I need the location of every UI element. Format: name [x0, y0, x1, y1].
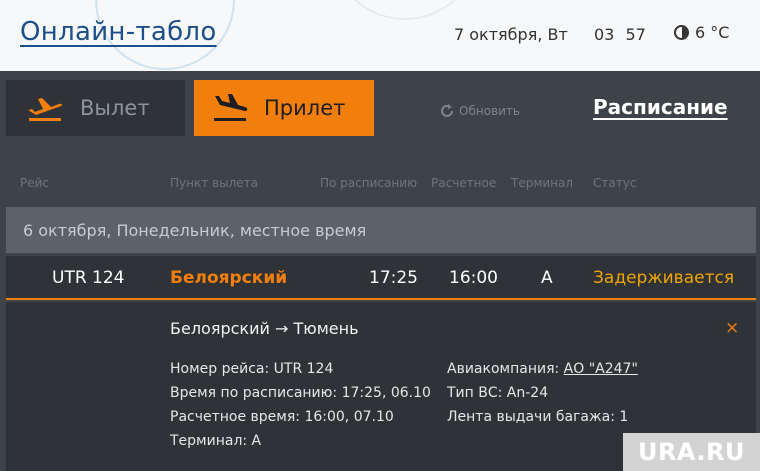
departures-tab-label: Вылет [80, 96, 150, 120]
flight-route: Белоярский → Тюмень [170, 319, 359, 338]
arrivals-tab-label: Прилет [264, 96, 346, 120]
header-bar: Онлайн-табло 7 октября, Вт 03 57 6 °C [0, 0, 760, 71]
airline-link[interactable]: АО "А247" [564, 361, 638, 377]
column-header-terminal[interactable]: Терминал [511, 176, 573, 190]
refresh-icon [441, 104, 453, 117]
refresh-button[interactable]: Обновить [439, 103, 520, 119]
close-icon[interactable]: × [725, 318, 739, 338]
detail-terminal: Терминал: A [170, 433, 262, 449]
detail-estimated-time: Расчетное время: 16:00, 07.10 [170, 409, 394, 425]
detail-airline: Авиакомпания: АО "А247" [447, 361, 638, 377]
detail-aircraft-type: Тип ВС: An-24 [447, 385, 549, 401]
column-header-scheduled[interactable]: По расписанию [320, 176, 417, 190]
flight-status: Задерживается [593, 268, 735, 288]
flight-scheduled-time: 17:25 [369, 268, 418, 288]
flight-terminal: A [541, 268, 553, 288]
temperature: 6 °C [695, 23, 730, 42]
page-title[interactable]: Онлайн-табло [20, 17, 217, 47]
column-header-flight[interactable]: Рейс [20, 176, 49, 190]
refresh-label: Обновить [459, 104, 520, 118]
flight-row[interactable]: UTR 124 Белоярский 17:25 16:00 A Задержи… [6, 256, 756, 300]
departures-tab[interactable]: Вылет [6, 80, 185, 136]
schedule-link[interactable]: Расписание [593, 95, 728, 119]
flight-estimated-time: 16:00 [449, 268, 498, 288]
weather: 6 °C [674, 23, 729, 42]
moon-icon [674, 25, 689, 40]
detail-scheduled-time: Время по расписанию: 17:25, 06.10 [170, 385, 431, 401]
detail-flight-number: Номер рейса: UTR 124 [170, 361, 334, 377]
plane-takeoff-icon [28, 98, 63, 121]
flight-origin: Белоярский [170, 268, 288, 288]
column-header-origin[interactable]: Пункт вылета [170, 176, 258, 190]
plane-landing-icon [214, 94, 248, 121]
current-date: 7 октября, Вт [454, 25, 568, 44]
decorative-arc [330, 0, 480, 20]
arrivals-tab[interactable]: Прилет [194, 80, 374, 136]
column-header-estimated[interactable]: Расчетное [431, 176, 496, 190]
detail-airline-label: Авиакомпания: [447, 361, 564, 377]
current-time: 03 57 [594, 25, 646, 44]
detail-baggage-belt: Лента выдачи багажа: 1 [447, 409, 629, 425]
flight-number: UTR 124 [52, 268, 125, 288]
watermark-logo: URA.RU [623, 433, 760, 471]
date-group-header: 6 октября, Понедельник, местное время [6, 207, 756, 253]
column-header-status[interactable]: Статус [593, 176, 636, 190]
